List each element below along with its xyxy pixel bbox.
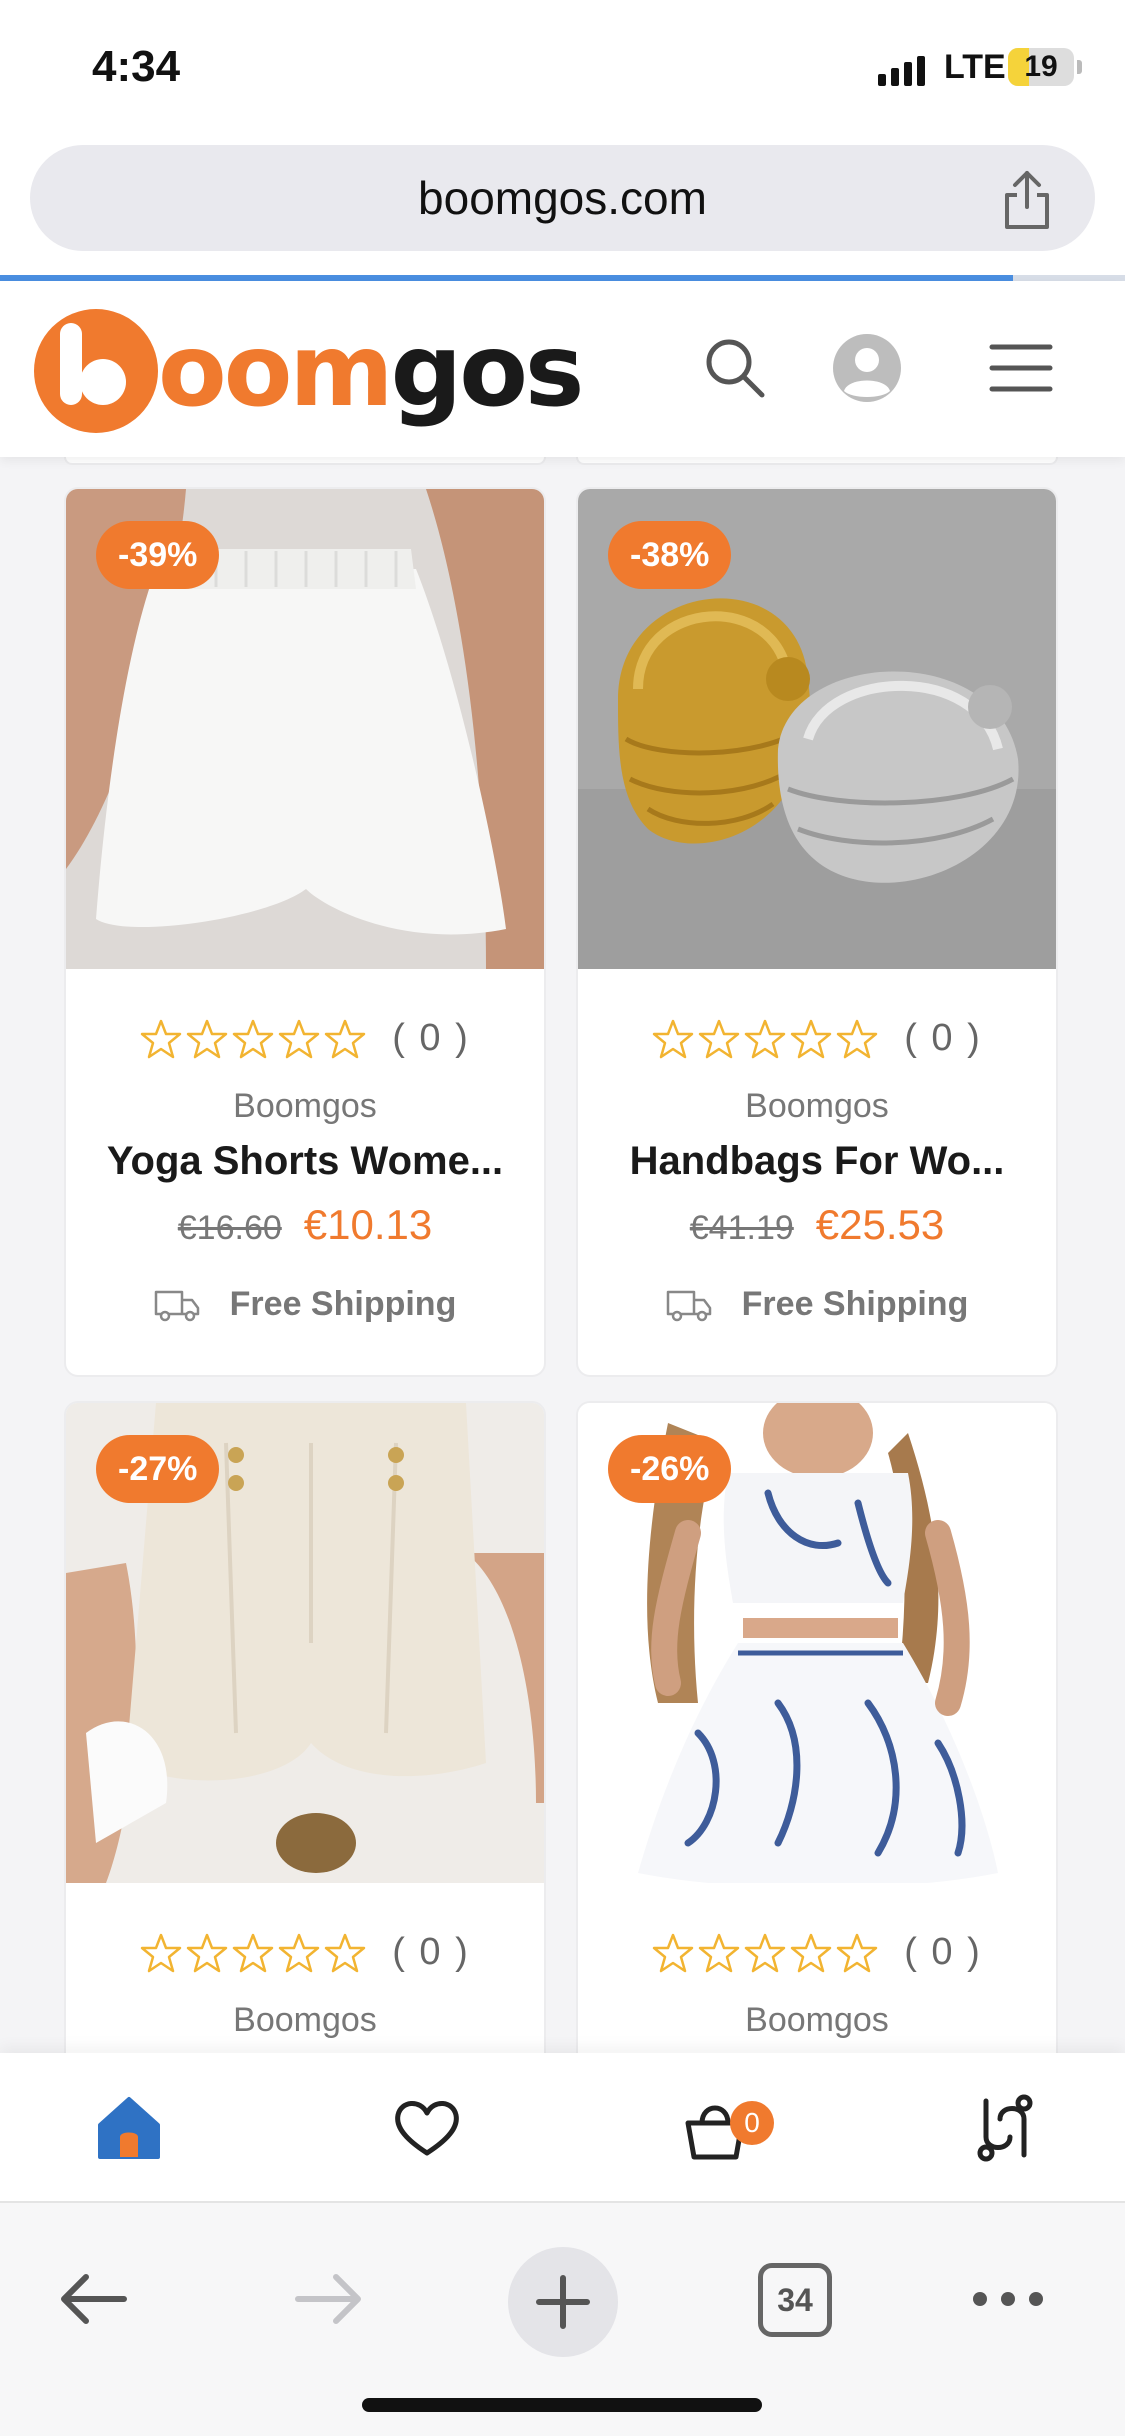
network-type: LTE — [944, 48, 1006, 86]
battery-nub — [1077, 60, 1082, 74]
product-brand: Boomgos — [233, 2001, 377, 2039]
product-image[interactable]: -39% — [66, 489, 544, 969]
logo-mark — [34, 309, 158, 433]
star-icon — [186, 1019, 228, 1058]
original-price: €16.60 — [177, 1209, 282, 1247]
star-icon — [698, 1019, 740, 1058]
battery-icon: 19 — [1008, 48, 1074, 86]
product-grid: -39% ( 0 ) Boomgos Yoga Shorts Wome... €… — [0, 457, 1125, 2053]
new-tab-button[interactable] — [508, 2247, 618, 2357]
site-header: oomgos — [0, 281, 1125, 457]
account-icon[interactable] — [832, 333, 902, 403]
home-icon[interactable] — [94, 2093, 164, 2163]
compare-icon[interactable] — [970, 2093, 1040, 2163]
star-icon — [698, 1933, 740, 1972]
rating-count: ( 0 ) — [904, 1931, 982, 1973]
star-icon — [278, 1019, 320, 1058]
product-name[interactable]: Handbags For Wo... — [600, 1139, 1034, 1184]
previous-card-bottom — [64, 457, 546, 465]
logo-wordmark: oomgos — [158, 312, 584, 429]
product-card[interactable]: -39% ( 0 ) Boomgos Yoga Shorts Wome... €… — [64, 487, 546, 1377]
wishlist-icon[interactable] — [392, 2093, 462, 2163]
url-text[interactable]: boomgos.com — [30, 171, 1095, 225]
star-icon — [836, 1933, 878, 1972]
discount-badge: -38% — [608, 521, 732, 589]
truck-icon — [666, 1290, 711, 1321]
rating-stars: ( 0 ) — [578, 1017, 1056, 1060]
tabs-icon[interactable]: 34 — [758, 2263, 832, 2337]
product-card[interactable]: -27% ( 0 ) Boomgos — [64, 1401, 546, 2053]
product-card[interactable]: -26% ( 0 ) Boomgos — [576, 1401, 1058, 2053]
back-icon[interactable] — [56, 2261, 132, 2337]
original-price: €41.19 — [689, 1209, 794, 1247]
rating-count: ( 0 ) — [392, 1017, 470, 1059]
home-indicator — [362, 2398, 762, 2412]
site-logo[interactable]: oomgos — [34, 309, 584, 433]
star-icon — [652, 1933, 694, 1972]
product-image[interactable]: -27% — [66, 1403, 544, 1883]
star-icon — [140, 1933, 182, 1972]
rating-count: ( 0 ) — [904, 1017, 982, 1059]
sale-price: €10.13 — [303, 1201, 433, 1248]
cart-count-badge: 0 — [730, 2101, 774, 2145]
product-image[interactable]: -38% — [578, 489, 1056, 969]
search-icon[interactable] — [700, 333, 770, 403]
truck-icon — [154, 1290, 199, 1321]
product-name[interactable]: Yoga Shorts Wome... — [88, 1139, 522, 1184]
rating-stars: ( 0 ) — [66, 1017, 544, 1060]
share-icon[interactable] — [999, 169, 1055, 231]
star-icon — [140, 1019, 182, 1058]
star-icon — [790, 1933, 832, 1972]
forward-icon[interactable] — [290, 2261, 366, 2337]
new-tab-icon — [536, 2275, 590, 2329]
discount-badge: -27% — [96, 1435, 220, 1503]
bottom-nav: 0 — [0, 2053, 1125, 2203]
star-icon — [324, 1019, 366, 1058]
star-icon — [652, 1019, 694, 1058]
shipping-label: Free Shipping — [229, 1285, 457, 1323]
product-prices: €16.60 €10.13 — [66, 1201, 544, 1249]
star-icon — [232, 1933, 274, 1972]
rating-count: ( 0 ) — [392, 1931, 470, 1973]
more-icon[interactable] — [970, 2261, 1046, 2337]
menu-icon[interactable] — [986, 333, 1056, 403]
star-icon — [278, 1933, 320, 1972]
rating-stars: ( 0 ) — [578, 1931, 1056, 1974]
star-icon — [232, 1019, 274, 1058]
address-bar[interactable]: boomgos.com — [30, 145, 1095, 251]
product-prices: €41.19 €25.53 — [578, 1201, 1056, 1249]
star-icon — [836, 1019, 878, 1058]
shipping-label: Free Shipping — [741, 1285, 969, 1323]
star-icon — [744, 1933, 786, 1972]
product-brand: Boomgos — [233, 1087, 377, 1125]
star-icon — [790, 1019, 832, 1058]
battery-level: 19 — [1024, 50, 1058, 83]
status-bar: 4:34 LTE 19 — [0, 0, 1125, 135]
shipping-info: Free Shipping — [578, 1285, 1056, 1324]
star-icon — [324, 1933, 366, 1972]
product-brand: Boomgos — [745, 2001, 889, 2039]
rating-stars: ( 0 ) — [66, 1931, 544, 1974]
previous-card-bottom — [576, 457, 1058, 465]
star-icon — [744, 1019, 786, 1058]
sale-price: €25.53 — [815, 1201, 945, 1248]
shipping-info: Free Shipping — [66, 1285, 544, 1324]
signal-icon — [878, 56, 925, 86]
discount-badge: -26% — [608, 1435, 732, 1503]
status-time: 4:34 — [92, 42, 181, 91]
product-image[interactable]: -26% — [578, 1403, 1056, 1883]
product-card[interactable]: -38% ( 0 ) Boomgos Handbags For Wo... €4… — [576, 487, 1058, 1377]
discount-badge: -39% — [96, 521, 220, 589]
star-icon — [186, 1933, 228, 1972]
product-brand: Boomgos — [745, 1087, 889, 1125]
